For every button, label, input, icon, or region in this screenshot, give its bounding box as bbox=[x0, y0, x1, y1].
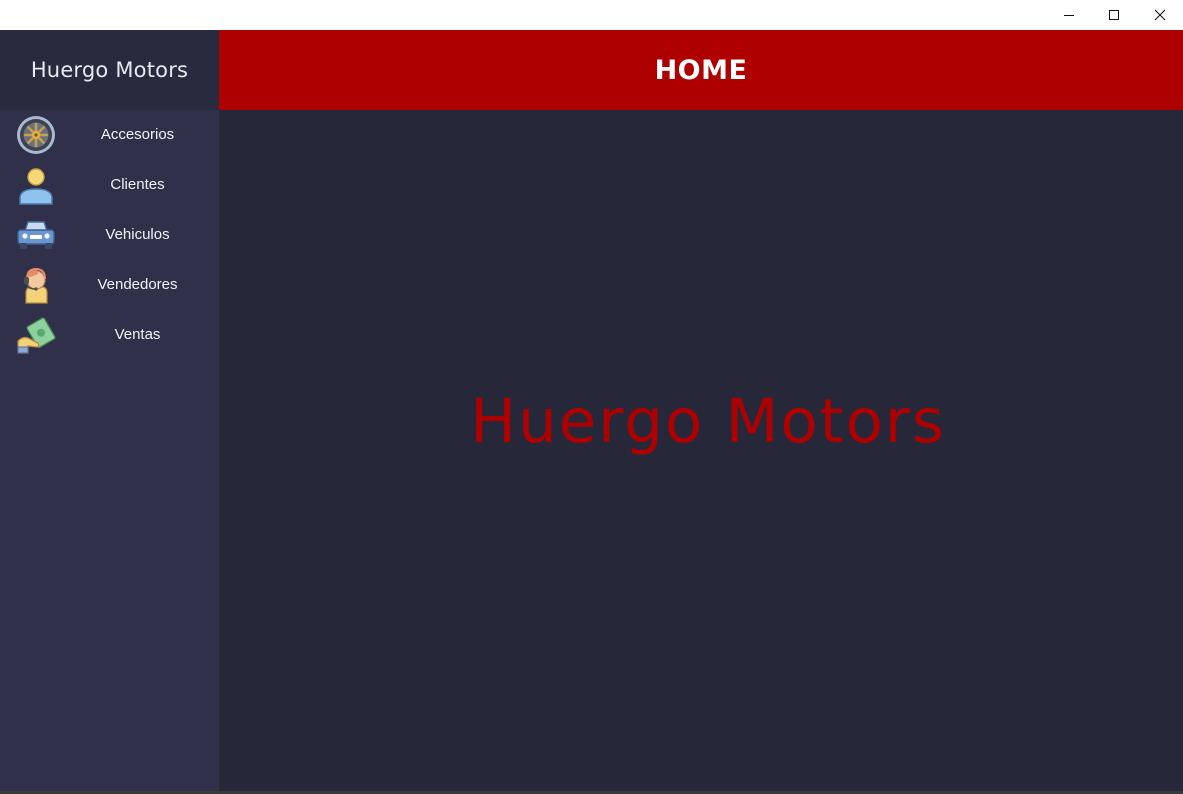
sidebar-item-label: Ventas bbox=[114, 326, 161, 343]
sidebar-item-label: Vendedores bbox=[97, 276, 178, 293]
sidebar-item-label: Vehiculos bbox=[105, 226, 170, 243]
sidebar-item-ventas[interactable]: Ventas bbox=[0, 310, 219, 360]
close-button[interactable] bbox=[1137, 0, 1183, 30]
page-title: HOME bbox=[654, 54, 748, 86]
main-content: Huergo Motors bbox=[219, 110, 1183, 791]
sidebar-item-vehiculos[interactable]: Vehiculos bbox=[0, 210, 219, 260]
sidebar-item-accesorios[interactable]: Accesorios bbox=[0, 110, 219, 160]
money-hand-icon bbox=[17, 317, 56, 354]
sidebar-item-vendedores[interactable]: Vendedores bbox=[0, 260, 219, 310]
salesperson-headset-icon bbox=[24, 267, 48, 304]
wheel-icon bbox=[17, 116, 55, 154]
sidebar-nav: Accesorios Clientes Vehiculos Vendedores… bbox=[0, 110, 219, 360]
person-icon bbox=[19, 168, 53, 205]
sidebar-item-label: Clientes bbox=[110, 176, 165, 193]
close-icon bbox=[1154, 9, 1166, 21]
sidebar: Huergo Motors Accesorios Clientes Vehicu… bbox=[0, 30, 219, 791]
hero: Huergo Motors bbox=[219, 386, 1183, 457]
page-header: HOME bbox=[219, 30, 1183, 110]
sidebar-item-label: Accesorios bbox=[100, 126, 175, 143]
sidebar-item-clientes[interactable]: Clientes bbox=[0, 160, 219, 210]
minimize-icon bbox=[1064, 15, 1074, 16]
minimize-button[interactable] bbox=[1046, 0, 1092, 30]
hero-title: Huergo Motors bbox=[470, 386, 946, 457]
sidebar-brand: Huergo Motors bbox=[0, 30, 219, 110]
car-icon bbox=[17, 221, 55, 249]
brand-title: Huergo Motors bbox=[30, 58, 189, 82]
maximize-icon bbox=[1109, 10, 1119, 20]
maximize-button[interactable] bbox=[1091, 0, 1137, 30]
window-title-bar bbox=[0, 0, 1183, 30]
